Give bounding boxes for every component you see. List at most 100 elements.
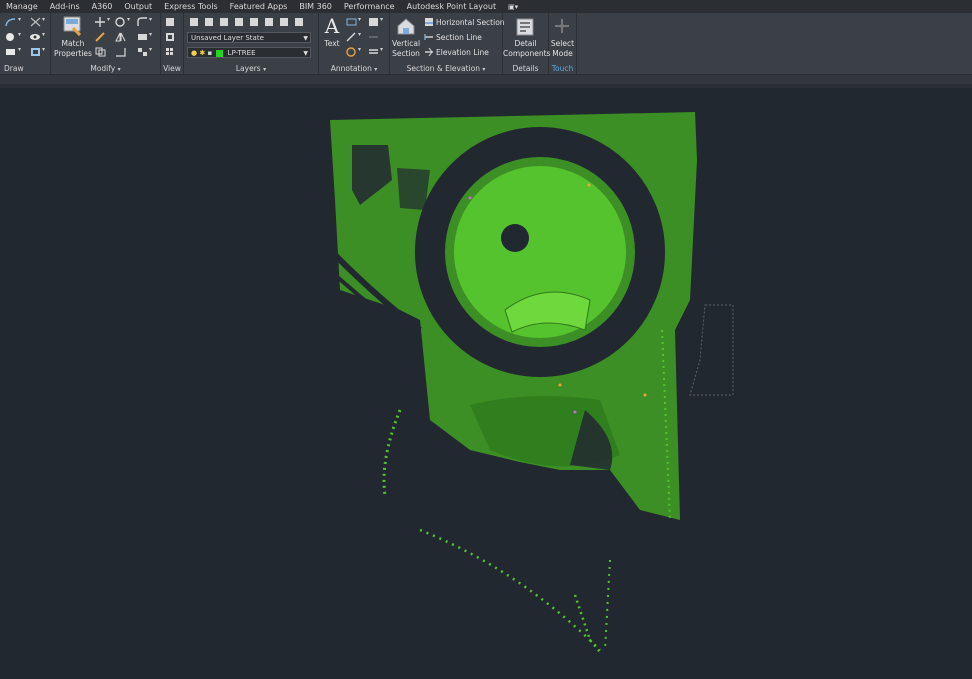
stretch-icon[interactable] — [137, 32, 147, 41]
visibility-icon[interactable] — [30, 32, 40, 41]
match-properties-button[interactable]: Match Properties — [51, 39, 95, 59]
tab-express-tools[interactable]: Express Tools — [158, 0, 224, 13]
detail-components-icon[interactable] — [516, 18, 534, 36]
copy-icon[interactable] — [95, 47, 106, 57]
ribbon-options-icon[interactable]: ▣▾ — [506, 3, 520, 11]
table-icon[interactable] — [368, 17, 378, 26]
visibility-dropdown-caret[interactable]: ▾ — [42, 31, 45, 38]
drawing-canvas[interactable] — [0, 88, 972, 679]
panel-title-layers[interactable]: Layers ▾ — [184, 64, 318, 74]
hatch-icon[interactable] — [30, 47, 40, 56]
dimension-dropdown-caret[interactable]: ▾ — [358, 16, 361, 23]
chevron-down-icon: ▼ — [303, 35, 308, 42]
panel-title-section-elevation[interactable]: Section & Elevation ▾ — [390, 64, 502, 74]
table-dropdown-caret[interactable]: ▾ — [380, 16, 383, 23]
rotate-dropdown-caret[interactable]: ▾ — [127, 16, 130, 23]
trim-icon[interactable] — [30, 17, 41, 27]
layer-dropdown[interactable]: ● ✱ ▪ LP-TREE ▼ — [187, 47, 311, 58]
arc-icon[interactable] — [5, 17, 16, 27]
elevation-line-button[interactable]: Elevation Line — [436, 48, 489, 57]
marker-5 — [468, 196, 472, 200]
tab-autodesk-point-layout[interactable]: Autodesk Point Layout — [401, 0, 503, 13]
circle-dropdown-caret[interactable]: ▾ — [18, 31, 21, 38]
panel-layers: Unsaved Layer State ▼ ● ✱ ▪ LP-TREE ▼ La… — [184, 13, 319, 74]
tab-manage[interactable]: Manage — [0, 0, 44, 13]
match-properties-label-1: Match — [61, 39, 85, 48]
building-outline-east — [689, 304, 734, 396]
text-icon[interactable]: A — [322, 15, 342, 37]
vertical-section-label-2: Section — [392, 49, 420, 58]
inner-pond — [501, 224, 529, 252]
tab-featured-apps[interactable]: Featured Apps — [224, 0, 294, 13]
tab-bim-360[interactable]: BIM 360 — [293, 0, 338, 13]
layer-tool-icon-3[interactable] — [219, 17, 229, 26]
view-grid-icon[interactable] — [165, 47, 175, 56]
section-elevation-expand-caret: ▾ — [482, 66, 486, 73]
marker-2 — [558, 383, 562, 387]
layer-tool-icon-6[interactable] — [264, 17, 274, 26]
array-icon[interactable] — [137, 47, 147, 56]
dimension-icon[interactable] — [346, 17, 357, 26]
match-properties-icon[interactable] — [63, 16, 83, 37]
circle-icon[interactable] — [5, 32, 15, 41]
arc-dropdown-caret[interactable]: ▾ — [18, 16, 21, 23]
fillet-dropdown-caret[interactable]: ▾ — [149, 16, 152, 23]
layer-tool-icon-5[interactable] — [249, 17, 259, 26]
pencil-icon[interactable] — [95, 32, 105, 42]
layer-state-dropdown[interactable]: Unsaved Layer State ▼ — [187, 32, 311, 43]
layer-tool-icon-7[interactable] — [279, 17, 289, 26]
elevation-line-icon[interactable] — [424, 47, 434, 57]
panel-draw: ▾ ▾ ▾ ▾ ▾ ▾ Draw — [0, 13, 51, 74]
panel-title-annotation-label: Annotation — [330, 64, 372, 73]
rectangle-dropdown-caret[interactable]: ▾ — [18, 46, 21, 53]
tab-a360[interactable]: A360 — [86, 0, 119, 13]
move-icon[interactable] — [95, 17, 105, 27]
text-button[interactable]: Text — [319, 39, 345, 49]
ribbon-tab-bar: Manage Add-ins A360 Output Express Tools Feat… — [0, 0, 972, 13]
leader-icon[interactable] — [346, 32, 356, 42]
leader-dropdown-caret[interactable]: ▾ — [358, 31, 361, 38]
layer-tool-icon-2[interactable] — [204, 17, 214, 26]
move-dropdown-caret[interactable]: ▾ — [107, 16, 110, 23]
section-line-button[interactable]: Section Line — [436, 33, 482, 42]
mirror-icon[interactable] — [115, 32, 126, 42]
panel-details: Detail Components Details — [503, 13, 550, 74]
section-line-icon[interactable] — [424, 32, 434, 41]
select-mode-icon[interactable] — [554, 18, 570, 34]
vertical-section-icon[interactable] — [396, 16, 416, 36]
view-cube-icon[interactable] — [165, 17, 175, 26]
select-mode-button[interactable]: Select Mode — [549, 39, 576, 59]
tab-output[interactable]: Output — [118, 0, 158, 13]
fillet-icon[interactable] — [137, 17, 147, 26]
panel-view: View — [161, 13, 184, 74]
view-orbit-icon[interactable] — [165, 32, 175, 41]
horizontal-section-icon[interactable] — [424, 17, 434, 26]
array-dropdown-caret[interactable]: ▾ — [149, 46, 152, 53]
layer-tool-icon-4[interactable] — [234, 17, 244, 26]
horizontal-section-button[interactable]: Horizontal Section — [436, 18, 505, 27]
stretch-dropdown-caret[interactable]: ▾ — [149, 31, 152, 38]
marker-1 — [587, 183, 591, 187]
detail-components-button[interactable]: Detail Components — [503, 39, 550, 59]
detail-components-label-1: Detail — [514, 39, 537, 48]
hatch-dropdown-caret[interactable]: ▾ — [42, 46, 45, 53]
scale-icon[interactable] — [115, 47, 126, 57]
vertical-section-button[interactable]: Vertical Section — [390, 39, 422, 59]
lock-icon: ▪ — [207, 49, 213, 57]
panel-title-modify[interactable]: Modify ▾ — [51, 64, 160, 74]
current-layer-value: LP-TREE — [227, 49, 256, 57]
rotate-icon[interactable] — [115, 17, 125, 27]
panel-title-annotation[interactable]: Annotation ▾ — [319, 64, 389, 74]
tab-performance[interactable]: Performance — [338, 0, 401, 13]
annotation-scale-icon[interactable] — [346, 47, 356, 57]
tab-add-ins[interactable]: Add-ins — [44, 0, 86, 13]
annotation-list-icon[interactable] — [368, 47, 378, 56]
annotation-scale-dropdown-caret[interactable]: ▾ — [358, 46, 361, 53]
panel-title-modify-label: Modify — [90, 64, 116, 73]
layer-tool-icon-1[interactable] — [189, 17, 199, 26]
trim-dropdown-caret[interactable]: ▾ — [42, 16, 45, 23]
layer-tool-icon-8[interactable] — [294, 17, 304, 26]
chevron-down-icon: ▼ — [303, 50, 308, 57]
annotation-list-dropdown-caret[interactable]: ▾ — [380, 46, 383, 53]
rectangle-icon[interactable] — [5, 47, 15, 56]
